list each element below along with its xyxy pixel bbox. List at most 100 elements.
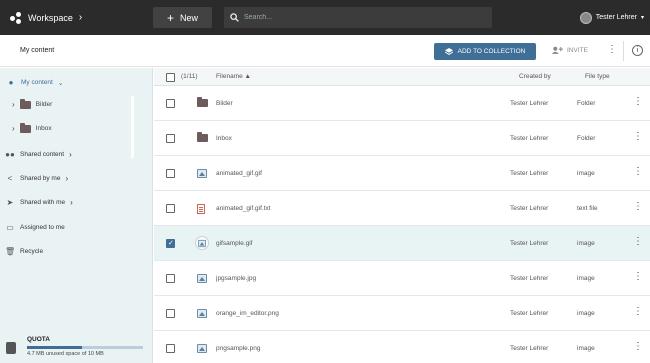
add-to-collection-label: ADD TO COLLECTION: [457, 48, 526, 55]
user-menu[interactable]: Tester Lehrer ▾: [579, 0, 644, 35]
invite-button[interactable]: INVITE: [551, 46, 588, 54]
row-more-options-icon[interactable]: ⋮: [633, 272, 643, 282]
file-name[interactable]: orange_im_editor.png: [216, 310, 279, 317]
row-more-options-icon[interactable]: ⋮: [633, 202, 643, 212]
row-more-options-icon[interactable]: ⋮: [633, 307, 643, 317]
divider: [623, 41, 624, 61]
sidebar-item-recycle[interactable]: 🗑 Recycle: [5, 247, 43, 256]
sidebar-scrollbar[interactable]: [131, 96, 134, 158]
table-row[interactable]: Bilder Tester Lehrer Folder ⋮: [154, 86, 650, 121]
quota-bar: [27, 346, 143, 349]
add-user-icon: [551, 46, 563, 54]
chevron-right-icon: ›: [12, 100, 15, 109]
workspace-title: Workspace: [28, 12, 73, 23]
search-input[interactable]: [244, 14, 484, 21]
row-more-options-icon[interactable]: ⋮: [633, 167, 643, 177]
file-type: Folder: [577, 135, 596, 142]
column-filename[interactable]: Filename ▲: [216, 73, 251, 80]
invite-label: INVITE: [567, 46, 588, 54]
sidebar: ● My content ⌄ › Bilder › Inbox ●● Share…: [0, 68, 153, 363]
row-checkbox[interactable]: [166, 169, 175, 178]
sidebar-item-assigned-to-me[interactable]: ▭ Assigned to me: [5, 223, 65, 232]
file-name[interactable]: animated_gif.gif: [216, 170, 262, 177]
sidebar-item-inbox[interactable]: › Inbox: [12, 122, 52, 133]
trash-icon: 🗑: [5, 247, 16, 256]
file-name[interactable]: gifsample.gif: [216, 240, 253, 247]
row-checkbox[interactable]: [166, 274, 175, 283]
chevron-right-icon: ›: [65, 174, 69, 183]
column-file-type[interactable]: File type: [585, 73, 610, 80]
new-button[interactable]: + New: [153, 7, 212, 28]
row-checkbox[interactable]: [166, 204, 175, 213]
file-type: image: [577, 170, 595, 177]
file-name[interactable]: jpgsample.jpg: [216, 275, 256, 282]
avatar: [579, 11, 592, 24]
table-row[interactable]: gifsample.gif Tester Lehrer image ⋮: [154, 226, 650, 261]
sidebar-item-bilder[interactable]: › Bilder: [12, 98, 53, 109]
search-box[interactable]: [224, 7, 492, 28]
info-icon[interactable]: i: [632, 45, 643, 56]
table-row[interactable]: animated_gif.gif.txt Tester Lehrer text fi…: [154, 191, 650, 226]
share-icon: <: [7, 174, 13, 183]
file-name[interactable]: Bilder: [216, 100, 233, 107]
user-name: Tester Lehrer: [595, 14, 637, 21]
table-row[interactable]: animated_gif.gif Tester Lehrer image ⋮: [154, 156, 650, 191]
file-name[interactable]: pngsample.png: [216, 345, 260, 352]
workspace-logo-icon: [10, 11, 22, 24]
breadcrumb[interactable]: My content: [20, 47, 54, 54]
table-row[interactable]: orange_im_editor.png Tester Lehrer image ⋮: [154, 296, 650, 331]
file-created-by: Tester Lehrer: [510, 170, 549, 177]
file-type: Folder: [577, 100, 596, 107]
row-checkbox[interactable]: [166, 99, 175, 108]
chevron-right-icon: ›: [69, 150, 72, 159]
file-name[interactable]: animated_gif.gif.txt: [216, 205, 271, 212]
selected-file-avatar: [195, 236, 209, 250]
image-icon: [198, 239, 206, 247]
row-checkbox[interactable]: [166, 344, 175, 353]
more-options-icon[interactable]: ⋮: [607, 45, 617, 55]
table-row[interactable]: jpgsample.jpg Tester Lehrer image ⋮: [154, 261, 650, 296]
table-row[interactable]: Inbox Tester Lehrer Folder ⋮: [154, 121, 650, 156]
row-more-options-icon[interactable]: ⋮: [633, 132, 643, 142]
chevron-right-icon: ›: [12, 124, 15, 133]
table-row[interactable]: pngsample.png Tester Lehrer image ⋮: [154, 331, 650, 363]
row-checkbox[interactable]: [166, 239, 175, 248]
quota-label: QUOTA: [27, 336, 50, 343]
group-icon: ●●: [5, 150, 15, 159]
sidebar-item-label: Bilder: [35, 101, 53, 108]
file-created-by: Tester Lehrer: [510, 205, 549, 212]
sidebar-item-shared-content[interactable]: ●● Shared content ›: [5, 150, 72, 159]
row-more-options-icon[interactable]: ⋮: [633, 237, 643, 247]
select-all-checkbox[interactable]: [166, 73, 175, 82]
chevron-right-icon: ›: [78, 12, 83, 23]
search-icon: [230, 13, 239, 22]
inbox-tray-icon: ▭: [6, 223, 14, 232]
column-filename-label: Filename: [216, 73, 243, 80]
sidebar-item-label: Shared by me: [20, 175, 61, 182]
sidebar-item-shared-by-me[interactable]: < Shared by me ›: [5, 174, 68, 183]
sidebar-item-label: My content: [21, 79, 53, 86]
row-checkbox[interactable]: [166, 309, 175, 318]
row-more-options-icon[interactable]: ⋮: [633, 97, 643, 107]
row-more-options-icon[interactable]: ⋮: [633, 342, 643, 352]
folder-icon: [197, 132, 208, 142]
sidebar-item-shared-with-me[interactable]: ➤ Shared with me ›: [5, 198, 73, 207]
file-name[interactable]: Inbox: [216, 135, 232, 142]
image-icon: [197, 309, 207, 318]
column-created-by[interactable]: Created by: [519, 73, 551, 80]
file-type: image: [577, 345, 595, 352]
sidebar-item-my-content[interactable]: ● My content ⌄: [6, 78, 64, 87]
table-header: (1/11) Filename ▲ Created by File type: [154, 68, 650, 86]
person-icon: ●: [8, 78, 14, 87]
image-icon: [197, 274, 207, 283]
workspace-menu[interactable]: Workspace ›: [10, 0, 82, 35]
image-icon: [197, 344, 207, 353]
file-type: text file: [577, 205, 598, 212]
row-checkbox[interactable]: [166, 134, 175, 143]
folder-icon: [197, 97, 208, 107]
sidebar-item-label: Shared content: [20, 151, 65, 158]
add-to-collection-button[interactable]: ADD TO COLLECTION: [434, 43, 536, 60]
sidebar-item-label: Assigned to me: [20, 224, 65, 231]
folder-icon: [19, 98, 31, 109]
file-created-by: Tester Lehrer: [510, 345, 549, 352]
